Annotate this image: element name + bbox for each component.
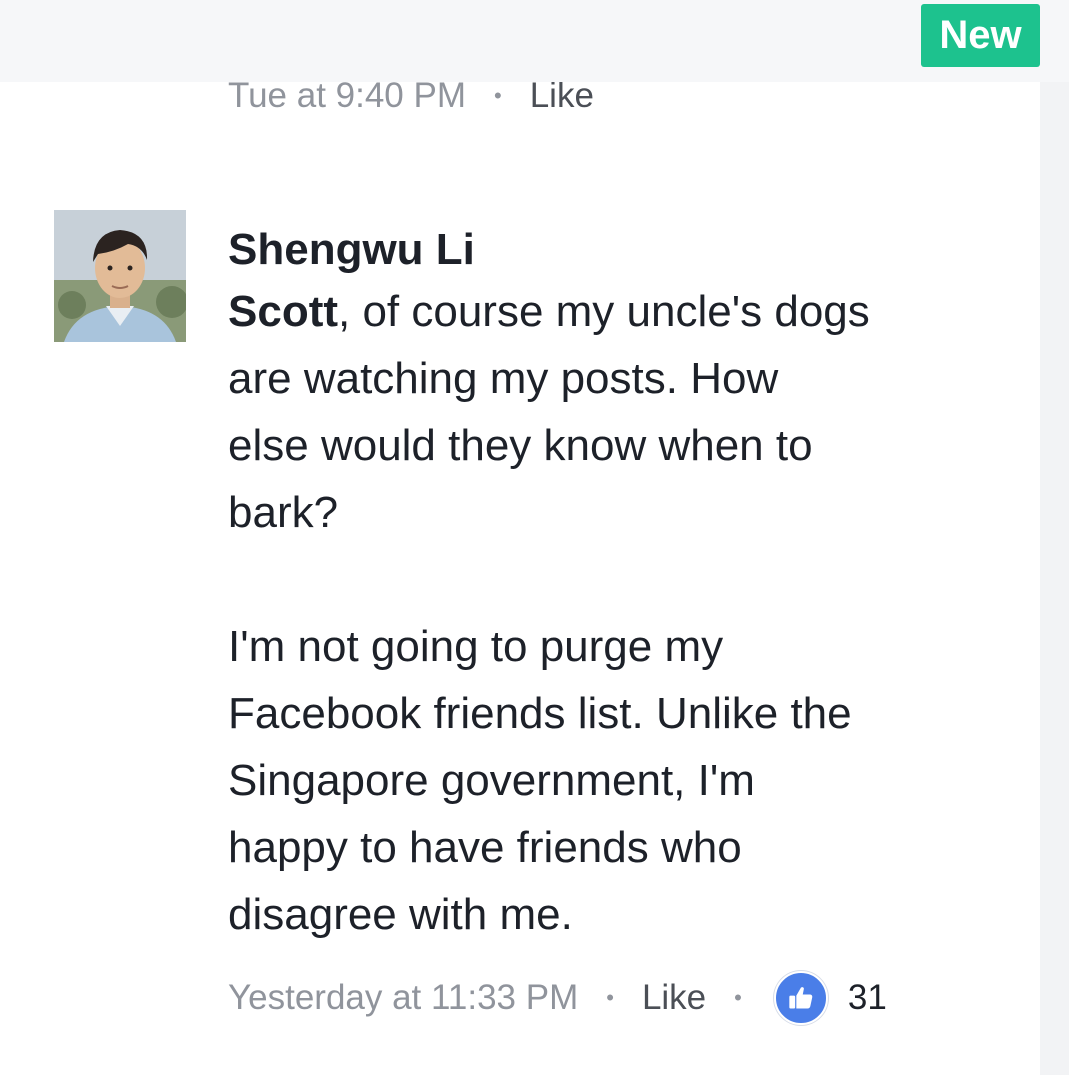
comment-body-paragraph-2: I'm not going to purge my Facebook friend… [228,613,1028,948]
avatar[interactable] [54,210,186,342]
comment-text-line-6: Facebook friends list. Unlike the [228,689,852,738]
thumbs-up-icon[interactable] [773,971,828,1025]
new-badge-button[interactable]: New [921,4,1040,67]
comment: Shengwu Li Scott, of course my uncle's d… [228,222,1028,948]
comment-author-name[interactable]: Shengwu Li [228,222,1028,278]
mention-link[interactable]: Scott [228,287,338,336]
comment-thread-page: New Tue at 9:40 PM • Like Shengwu Li Sco… [0,0,1069,1075]
previous-comment-like-button[interactable]: Like [530,76,594,116]
comment-body-paragraph-1: Scott, of course my uncle's dogs are watc… [228,278,1028,546]
comment-timestamp[interactable]: Yesterday at 11:33 PM [228,978,578,1018]
comment-text-line-2: are watching my posts. How [228,354,779,403]
comment-text-line-7: Singapore government, I'm [228,756,755,805]
comment-text-line-8: happy to have friends who [228,823,742,872]
meta-separator: • [734,985,742,1010]
thumbs-up-glyph [789,987,813,1009]
previous-comment-timestamp[interactable]: Tue at 9:40 PM [228,76,466,116]
reaction-count[interactable]: 31 [848,978,887,1018]
comment-text-line-1: , of course my uncle's dogs [338,287,870,336]
comment-like-button[interactable]: Like [642,978,706,1018]
meta-separator: • [494,83,502,108]
meta-separator: • [606,985,614,1010]
comment-text-line-5: I'm not going to purge my [228,622,724,671]
scroll-gutter [1040,0,1069,1075]
comment-text-line-9: disagree with me. [228,890,573,939]
comment-text-line-3: else would they know when to [228,421,813,470]
top-bar [0,0,1069,82]
avatar-photo [54,210,186,342]
comment-meta: Yesterday at 11:33 PM • Like • 31 [228,970,887,1026]
comment-text-line-4: bark? [228,488,339,537]
